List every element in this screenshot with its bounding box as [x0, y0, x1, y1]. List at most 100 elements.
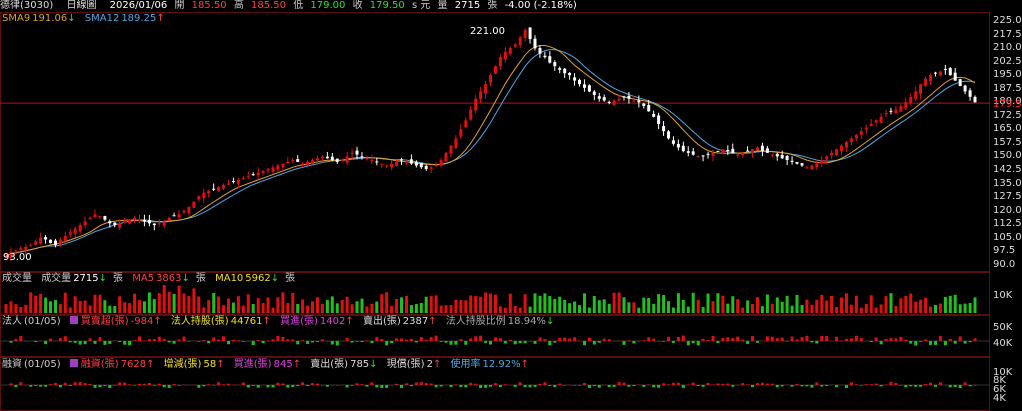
- margin-bar: [563, 385, 567, 386]
- inst-bar: [602, 338, 606, 341]
- volume-bar: [370, 303, 374, 313]
- candle: [439, 157, 443, 168]
- inst-bar: [795, 339, 799, 341]
- inst-bar: [765, 336, 769, 341]
- candle: [296, 155, 300, 162]
- candle: [879, 113, 883, 124]
- candle: [98, 215, 102, 220]
- inst-bar: [874, 337, 878, 341]
- volume-bar: [479, 296, 483, 313]
- volume-bar: [197, 296, 201, 313]
- margin-bar: [919, 385, 923, 387]
- margin-bar: [325, 385, 329, 387]
- margin-bar: [711, 384, 715, 385]
- inst-bar: [489, 341, 492, 345]
- volume-bar: [380, 294, 384, 313]
- inst-bar: [825, 336, 829, 341]
- candle: [291, 158, 295, 163]
- candle: [39, 232, 43, 245]
- volume-bar: [711, 301, 715, 313]
- candle: [963, 84, 967, 95]
- volume-bar: [350, 304, 354, 313]
- volume-bar: [464, 300, 468, 313]
- margin-bar: [681, 385, 685, 388]
- inst-bar: [849, 338, 853, 341]
- inst-bar: [701, 338, 705, 341]
- inst-bar: [785, 341, 789, 342]
- inst-bar: [409, 338, 413, 341]
- inst-bar: [538, 337, 542, 341]
- volume-bar: [311, 301, 314, 313]
- candle: [612, 99, 616, 107]
- volume-bar: [775, 297, 779, 313]
- margin-bar: [484, 385, 488, 388]
- volume-bar: [899, 298, 903, 313]
- inst-bar: [395, 338, 399, 341]
- margin-bar: [513, 385, 517, 387]
- margin-bar: [113, 385, 117, 386]
- volume-chart[interactable]: [0, 272, 990, 315]
- candle: [810, 164, 814, 171]
- margin-bar: [311, 383, 314, 385]
- candle: [943, 64, 947, 75]
- margin-bar: [202, 385, 206, 387]
- candle: [528, 27, 532, 44]
- margin-bar: [365, 385, 369, 387]
- candle: [894, 105, 898, 115]
- candle: [795, 161, 799, 165]
- volume-bar: [538, 295, 542, 313]
- margin-bar: [662, 383, 666, 385]
- candle: [335, 158, 339, 165]
- volume-tick: 10K: [993, 290, 1013, 301]
- inst-bar: [281, 337, 285, 341]
- volume-bar: [157, 293, 161, 313]
- candle: [325, 151, 329, 159]
- candle: [306, 159, 310, 167]
- candle: [938, 70, 942, 77]
- volume-bar: [657, 294, 661, 313]
- margin-bar: [301, 382, 305, 385]
- candle: [948, 67, 952, 76]
- volume-bar: [691, 292, 695, 313]
- price-chart[interactable]: [0, 0, 990, 272]
- candle: [780, 150, 784, 159]
- price-tick: 187.5: [993, 82, 1022, 94]
- volume-bar: [44, 297, 48, 313]
- margin-bar: [854, 384, 858, 385]
- candle: [790, 156, 794, 165]
- margin-bar: [800, 385, 804, 387]
- inst-bar: [676, 337, 680, 341]
- inst-bar: [652, 338, 656, 341]
- volume-bar: [429, 296, 433, 313]
- institutional-chart[interactable]: [0, 315, 990, 357]
- margin-bar: [88, 383, 92, 385]
- inst-bar: [840, 340, 843, 341]
- inst-bar: [147, 339, 151, 341]
- margin-bar: [746, 384, 750, 385]
- margin-bar: [810, 385, 814, 388]
- candle: [800, 162, 804, 167]
- inst-bar: [78, 341, 82, 345]
- margin-bar: [597, 385, 601, 388]
- volume-bar: [325, 300, 329, 313]
- candle: [469, 105, 473, 121]
- inst-bar: [212, 337, 216, 341]
- volume-bar: [909, 293, 913, 313]
- inst-bar: [775, 338, 779, 341]
- inst-bar: [543, 339, 547, 341]
- price-tick: 97.5: [993, 245, 1016, 257]
- margin-bar: [691, 382, 695, 385]
- candle: [820, 155, 824, 168]
- volume-bar: [4, 304, 8, 313]
- margin-bar: [780, 385, 784, 387]
- margin-chart[interactable]: [0, 357, 990, 411]
- margin-bar: [518, 382, 522, 385]
- price-tick: 157.5: [993, 136, 1022, 148]
- inst-bar: [622, 341, 626, 345]
- candle: [914, 86, 918, 102]
- candle: [909, 93, 913, 106]
- candle: [449, 145, 453, 158]
- candle: [73, 226, 77, 238]
- margin-bar: [34, 385, 38, 386]
- volume-bar: [271, 307, 275, 313]
